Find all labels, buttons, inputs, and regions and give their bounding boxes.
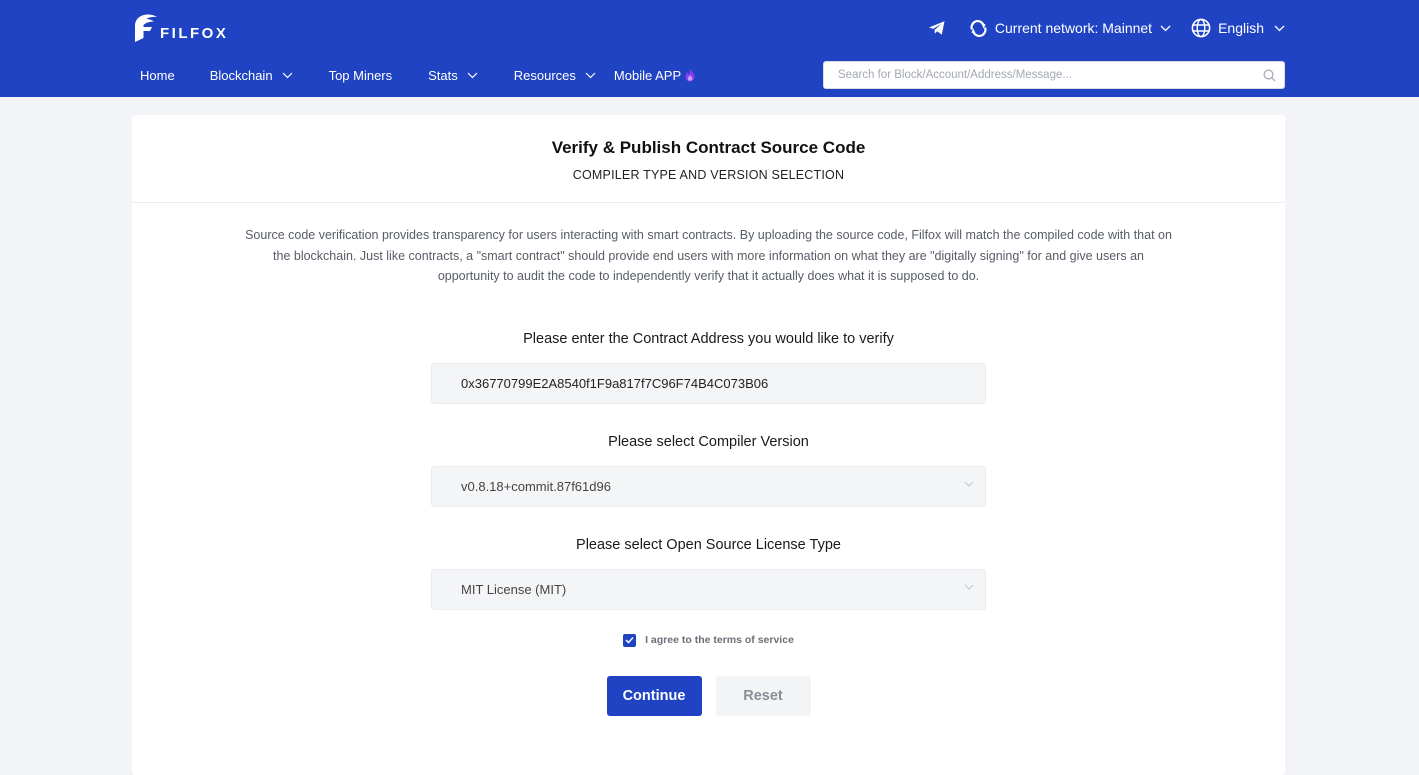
nav-mobile-app-label: Mobile APP (613, 67, 682, 83)
top-header: FILFOX Current network: Mainnet English … (0, 0, 1419, 97)
nav-resources[interactable]: Resources (514, 68, 596, 83)
verify-card: Verify & Publish Contract Source Code CO… (132, 115, 1285, 775)
nav-top-miners[interactable]: Top Miners (329, 68, 393, 83)
topbar-actions: Current network: Mainnet English (928, 17, 1285, 39)
nav-mobile-app[interactable]: Mobile APP (614, 68, 696, 83)
globe-icon (1191, 18, 1211, 38)
search-input[interactable] (824, 62, 1254, 88)
contract-address-value: 0x36770799E2A8540f1F9a817f7C96F74B4C073B… (461, 375, 769, 391)
card-header: Verify & Publish Contract Source Code CO… (132, 115, 1285, 203)
reset-button[interactable]: Reset (715, 675, 811, 716)
nav-blockchain-label: Blockchain (209, 67, 273, 83)
nav-stats[interactable]: Stats (428, 68, 478, 83)
compiler-label: Please select Compiler Version (608, 433, 809, 450)
chevron-down-icon (964, 481, 974, 487)
address-label: Please enter the Contract Address you wo… (523, 330, 894, 347)
fire-icon (684, 68, 696, 82)
terms-agreement: I agree to the terms of service (132, 633, 1285, 647)
compiler-version-select[interactable]: v0.8.18+commit.87f61d96 (431, 465, 986, 507)
compiler-version-value: v0.8.18+commit.87f61d96 (461, 478, 611, 494)
nav-resources-label: Resources (513, 67, 576, 83)
network-label: Current network: Mainnet (994, 20, 1153, 36)
brand-name: FILFOX (160, 24, 229, 42)
search-icon[interactable] (1254, 68, 1284, 82)
chevron-down-icon (467, 72, 478, 79)
page-description: Source code verification provides transp… (245, 228, 1172, 283)
search-bar (823, 61, 1285, 89)
chevron-down-icon (585, 72, 596, 79)
main-nav: Home Blockchain Top Miners Stats Resourc… (132, 64, 696, 86)
network-switcher[interactable]: Current network: Mainnet (969, 19, 1171, 37)
chevron-down-icon (964, 584, 974, 590)
form-actions: Continue Reset (132, 675, 1285, 716)
license-label: Please select Open Source License Type (576, 536, 841, 553)
chevron-down-icon (1274, 25, 1285, 32)
chevron-down-icon (282, 72, 293, 79)
language-label: English (1218, 20, 1264, 36)
contract-address-input[interactable]: 0x36770799E2A8540f1F9a817f7C96F74B4C073B… (431, 362, 986, 404)
license-type-value: MIT License (MIT) (461, 581, 567, 597)
language-switcher[interactable]: English (1191, 18, 1285, 38)
nav-home[interactable]: Home (140, 68, 175, 83)
nav-home-label: Home (140, 67, 175, 83)
refresh-icon (969, 19, 988, 37)
filfox-logo-icon (132, 13, 158, 43)
page-title: Verify & Publish Contract Source Code (551, 138, 866, 157)
telegram-icon[interactable] (928, 20, 946, 36)
chevron-down-icon (1160, 25, 1171, 32)
license-type-select[interactable]: MIT License (MIT) (431, 568, 986, 610)
page-subtitle: COMPILER TYPE AND VERSION SELECTION (572, 168, 845, 182)
nav-blockchain[interactable]: Blockchain (210, 68, 293, 83)
nav-stats-label: Stats (428, 67, 458, 83)
nav-top-miners-label: Top Miners (328, 67, 393, 83)
brand-logo[interactable]: FILFOX (132, 13, 228, 43)
terms-label[interactable]: I agree to the terms of service (645, 634, 794, 646)
terms-checkbox[interactable] (623, 633, 637, 647)
continue-button[interactable]: Continue (606, 675, 702, 716)
